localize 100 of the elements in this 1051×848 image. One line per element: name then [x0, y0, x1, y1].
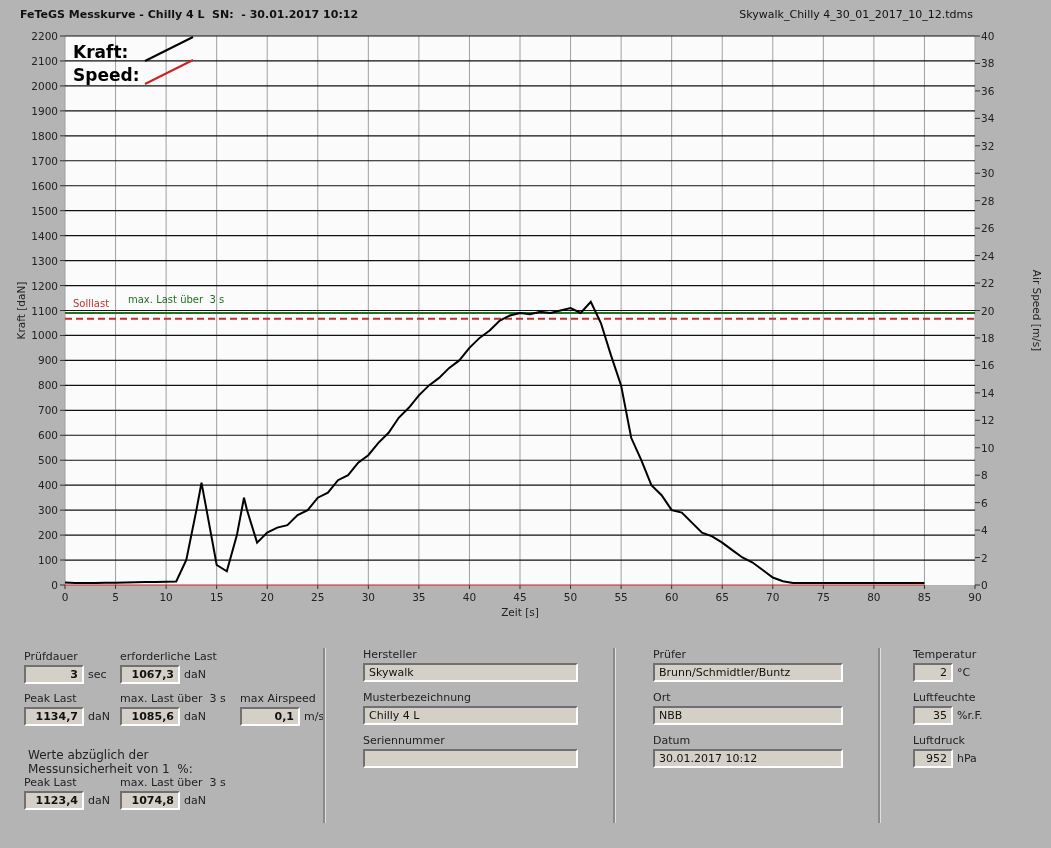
axis-tick-label: 38: [981, 57, 995, 70]
field-label: Hersteller: [363, 648, 418, 661]
axis-tick-label: 75: [816, 591, 830, 603]
axis-tick-label: 800: [37, 379, 58, 392]
legend-line: [144, 59, 194, 85]
report-title: FeTeGS Messkurve - Chilly 4 L SN: - 30.01.2017 10:12: [20, 7, 359, 21]
axis-tick-label: 0: [981, 579, 988, 591]
value-field: 2: [913, 663, 953, 682]
axis-tick-label: 34: [981, 112, 995, 125]
legend-label: Kraft:: [73, 42, 129, 62]
axis-tick-label: 16: [981, 359, 995, 372]
field-label: max Airspeed: [240, 692, 317, 705]
value-field: 3: [24, 665, 84, 684]
axis-tick-label: 20: [981, 304, 995, 317]
value-field: 1123,4: [24, 791, 84, 810]
axis-tick-label: 1900: [31, 104, 58, 117]
axis-tick-label: 4: [981, 524, 988, 537]
note-text: Werte abzüglich der Messunsicherheit von 1 %:: [28, 748, 194, 776]
unit-label: daN: [88, 794, 110, 807]
axis-tick-label: 6: [981, 496, 988, 509]
axis-tick-label: 400: [37, 479, 58, 492]
axis-tick-label: 0: [61, 591, 69, 603]
axis-title: Zeit [s]: [501, 606, 539, 618]
axis-tick-label: 8: [981, 469, 988, 482]
axis-title: Air Speed [m/s]: [1031, 269, 1043, 352]
axis-tick-label: 70: [766, 591, 780, 603]
axis-tick-label: 1000: [31, 329, 58, 342]
axis-tick-label: 25: [311, 591, 325, 603]
legend-line: [144, 36, 194, 62]
axis-tick-label: 55: [614, 591, 628, 603]
value-field: Skywalk: [363, 663, 578, 682]
field-label: Prüfer: [653, 648, 688, 661]
axis-tick-label: 40: [981, 30, 995, 42]
axis-tick-label: 30: [361, 591, 375, 603]
axis-tick-label: 32: [981, 139, 995, 152]
axis-tick-label: 1600: [31, 179, 58, 192]
field-label: max. Last über 3 s: [120, 776, 227, 789]
axis-tick-label: 1300: [31, 254, 58, 267]
axis-tick-label: 35: [412, 591, 426, 603]
axis-tick-label: 10: [981, 441, 995, 454]
axis-tick-label: 36: [981, 84, 995, 97]
unit-label: daN: [184, 794, 206, 807]
axis-tick-label: 50: [563, 591, 578, 603]
value-field: 952: [913, 749, 953, 768]
reference-label: Solllast: [73, 297, 110, 309]
field-label: Peak Last: [24, 692, 78, 705]
axis-tick-label: 5: [112, 591, 119, 603]
axis-tick-label: 18: [981, 331, 995, 344]
unit-label: hPa: [957, 752, 977, 765]
axis-tick-label: 12: [981, 414, 995, 427]
axis-tick-label: 40: [462, 591, 477, 603]
field-label: Datum: [653, 734, 692, 747]
axis-tick-label: 500: [37, 454, 58, 467]
axis-tick-label: 300: [37, 504, 58, 517]
field-label: max. Last über 3 s: [120, 692, 227, 705]
axis-tick-label: 100: [37, 554, 58, 567]
file-name: Skywalk_Chilly 4_30_01_2017_10_12.tdms: [739, 7, 973, 21]
value-field: 1074,8: [120, 791, 180, 810]
unit-label: sec: [88, 668, 107, 681]
axis-tick-label: 85: [917, 591, 932, 603]
axis-tick-label: 30: [981, 167, 995, 180]
value-field: 1067,3: [120, 665, 180, 684]
axis-tick-label: 90: [968, 591, 982, 603]
value-field: Chilly 4 L: [363, 706, 578, 725]
field-label: Ort: [653, 691, 672, 704]
axis-tick-label: 1700: [31, 154, 58, 167]
value-field: 35: [913, 706, 953, 725]
axis-tick-label: 2100: [31, 54, 58, 67]
field-label: Temperatur: [913, 648, 978, 661]
value-field: 1134,7: [24, 707, 84, 726]
legend-label: Speed:: [73, 65, 140, 85]
axis-tick-label: 22: [981, 277, 995, 290]
value-field: 1085,6: [120, 707, 180, 726]
field-label: erforderliche Last: [120, 650, 218, 663]
field-label: Luftdruck: [913, 734, 966, 747]
axis-tick-label: 1100: [31, 304, 58, 317]
axis-tick-label: 26: [981, 222, 995, 235]
axis-tick-label: 700: [37, 404, 58, 417]
axis-tick-label: 1800: [31, 129, 58, 142]
unit-label: m/s: [304, 710, 325, 723]
axis-tick-label: 2: [981, 551, 988, 564]
axis-tick-label: 600: [37, 429, 58, 442]
unit-label: daN: [184, 710, 206, 723]
axis-tick-label: 1500: [31, 204, 58, 217]
axis-tick-label: 60: [665, 591, 679, 603]
axis-tick-label: 80: [867, 591, 881, 603]
unit-label: daN: [184, 668, 206, 681]
value-field: NBB: [653, 706, 843, 725]
axis-tick-label: 1400: [31, 229, 58, 242]
axis-tick-label: 2200: [31, 30, 58, 42]
axis-tick-label: 15: [210, 591, 224, 603]
axis-tick-label: 900: [37, 354, 58, 367]
axis-tick-label: 2000: [31, 79, 58, 92]
axis-title: Kraft [daN]: [15, 281, 27, 340]
field-label: Seriennummer: [363, 734, 446, 747]
reference-label: max. Last über 3 s: [128, 294, 225, 305]
field-label: Musterbezeichnung: [363, 691, 473, 704]
axis-tick-label: 0: [51, 579, 58, 591]
field-label: Peak Last: [24, 776, 78, 789]
axis-tick-label: 1200: [31, 279, 58, 292]
